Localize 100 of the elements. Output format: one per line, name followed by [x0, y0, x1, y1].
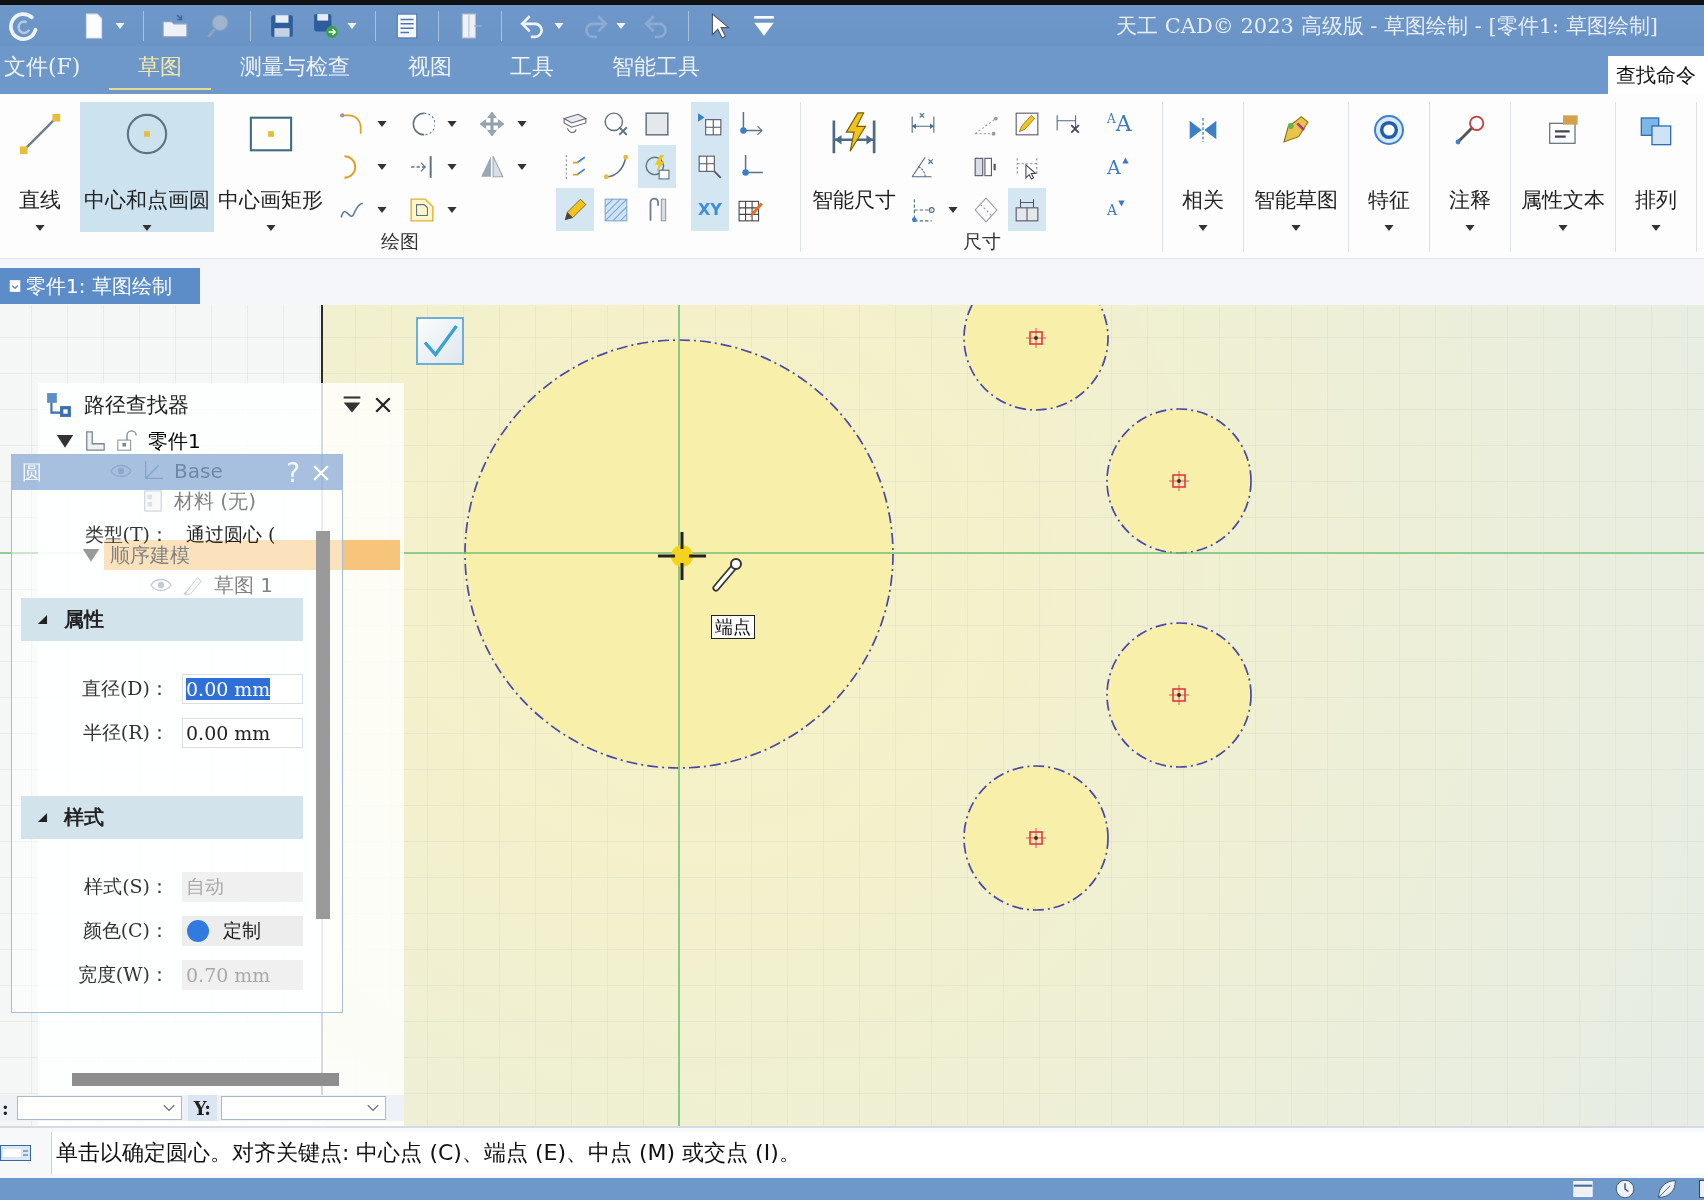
accept-button[interactable] — [416, 317, 464, 365]
center-point-icon — [1168, 470, 1190, 492]
field-label: 宽度(W)： — [76, 962, 169, 987]
menu-tab[interactable]: 视图 — [379, 46, 482, 90]
text-size-button[interactable]: $^{A}$A — [1099, 102, 1140, 145]
panel-icon[interactable] — [1699, 1180, 1704, 1198]
color-field[interactable]: 定制 — [182, 916, 303, 946]
status-message: 单击以确定圆心。对齐关键点: 中心点 (C)、端点 (E)、中点 (M) 或交点 (I)。 — [51, 1132, 1704, 1174]
offset-icon — [409, 196, 435, 223]
list-icon[interactable] — [394, 12, 420, 39]
center-point-icon — [1025, 327, 1047, 349]
text-size-button[interactable]: A — [1099, 145, 1140, 188]
menu-tab[interactable]: 工具 — [481, 46, 584, 90]
coordinate-field[interactable] — [16, 1096, 182, 1120]
square-icon — [644, 110, 670, 137]
ribbon-button[interactable]: 相关 — [1163, 102, 1243, 232]
crosshair-cursor-icon — [656, 530, 708, 582]
input-field[interactable]: 0.00 mm — [182, 718, 303, 748]
menu-arrow-icon[interactable] — [342, 394, 362, 415]
leaf-icon[interactable] — [1657, 1179, 1677, 1199]
axes-icon — [142, 460, 164, 482]
grid-icon — [697, 153, 723, 180]
mirror-icon — [479, 153, 505, 180]
extend-icon — [409, 153, 435, 180]
field-label: 直径(D)： — [80, 676, 169, 701]
tool-button[interactable]: XY — [691, 188, 729, 231]
ribbon-button[interactable]: 智能草图 — [1244, 102, 1348, 232]
tool-button[interactable] — [691, 102, 729, 145]
coordinate-label: Y: — [187, 1095, 217, 1121]
expanded-arrow-icon[interactable] — [56, 432, 74, 450]
tool-button[interactable] — [1008, 188, 1046, 231]
input-field[interactable]: 0.00 mm — [182, 674, 303, 704]
diamond-icon — [973, 196, 999, 223]
ribbon-button[interactable]: 智能尺寸 — [808, 102, 900, 232]
page-icon — [8, 279, 22, 293]
stacked-squares-icon — [1640, 114, 1672, 146]
pen-cursor-icon — [712, 558, 742, 592]
menu-tab[interactable]: 测量与检查 — [211, 46, 380, 90]
move-icon — [479, 110, 505, 137]
group-label: 尺寸 — [962, 230, 1001, 252]
caret-icon[interactable] — [347, 20, 357, 31]
field-label: 样式(S)： — [83, 874, 169, 899]
folder-icon[interactable] — [162, 12, 188, 39]
ribbon-button[interactable]: 直线 — [0, 102, 80, 232]
down-triangle-icon — [1118, 200, 1126, 207]
caret-icon[interactable] — [554, 20, 564, 31]
window-title: 天工 CAD© 2023 高级版 - 草图绘制 - [零件1: 草图绘制] — [1116, 12, 1658, 40]
section-header[interactable]: 样式 — [21, 796, 303, 839]
horizontal-scrollbar[interactable] — [72, 1073, 339, 1086]
sheet-icon — [142, 490, 164, 512]
find-command-button[interactable]: 查找命令 — [1608, 56, 1704, 94]
tool-button[interactable] — [638, 145, 676, 188]
grid-arrow-icon — [697, 110, 723, 137]
ribbon-button[interactable]: 注释 — [1430, 102, 1510, 232]
field-label: 颜色(C)： — [81, 918, 169, 943]
edit-box-icon — [1014, 110, 1040, 137]
ordinate-icon — [910, 196, 936, 223]
caret-icon[interactable] — [115, 20, 125, 31]
circle-cross-icon — [603, 110, 629, 137]
dialog-title: 圆 — [22, 459, 42, 486]
menu-tab[interactable]: 文件(F) — [0, 46, 110, 90]
l-shape-icon — [84, 430, 106, 452]
app-logo-icon[interactable] — [8, 10, 38, 41]
ribbon-button[interactable]: 属性文本 — [1511, 102, 1615, 232]
menu-tab[interactable]: 草图 — [109, 46, 212, 90]
pen-circle-icon — [1454, 114, 1486, 146]
vertical-scrollbar[interactable] — [316, 531, 330, 919]
up-triangle-icon — [1121, 157, 1129, 164]
coordinate-label: : — [1, 1097, 10, 1119]
circle-center-icon — [124, 111, 170, 157]
pencil-icon — [562, 196, 588, 223]
section-header[interactable]: 属性 — [21, 598, 303, 641]
center-point-icon — [1168, 684, 1190, 706]
ribbon-button[interactable]: 中心画矩形 — [214, 102, 327, 232]
pencil-outline-icon — [182, 574, 204, 596]
lightning-circle-icon — [644, 153, 670, 180]
window-icon[interactable] — [1573, 1179, 1593, 1199]
concentric-circles-icon — [1373, 114, 1405, 146]
ribbon-button[interactable]: 排列 — [1616, 102, 1696, 232]
curve-points-icon — [603, 153, 629, 180]
dimension-group-icon — [1014, 196, 1040, 223]
tree-item[interactable]: 材料 (无) — [168, 486, 262, 516]
clock-icon[interactable] — [1615, 1179, 1635, 1199]
document-tab[interactable]: 零件1: 草图绘制 — [0, 268, 200, 304]
save-as-icon[interactable] — [313, 12, 339, 39]
save-icon[interactable] — [269, 12, 295, 39]
hatch-icon — [603, 196, 629, 223]
tree-item[interactable]: 零件1 — [142, 426, 207, 456]
padlock-icon — [116, 430, 138, 452]
coordinate-field[interactable] — [220, 1096, 386, 1120]
close-icon[interactable] — [374, 395, 392, 414]
tree-item[interactable]: 草图 1 — [208, 570, 280, 600]
ribbon-button[interactable]: 特征 — [1349, 102, 1429, 232]
corner-icon — [738, 110, 764, 137]
menu-tab[interactable]: 智能工具 — [583, 46, 730, 90]
ribbon-button[interactable]: 中心和点画圆 — [80, 102, 214, 232]
center-point-icon — [1025, 827, 1047, 849]
text-size-button[interactable]: A — [1099, 188, 1140, 231]
group-label: 绘图 — [381, 230, 419, 252]
label-box-icon — [1547, 114, 1579, 146]
